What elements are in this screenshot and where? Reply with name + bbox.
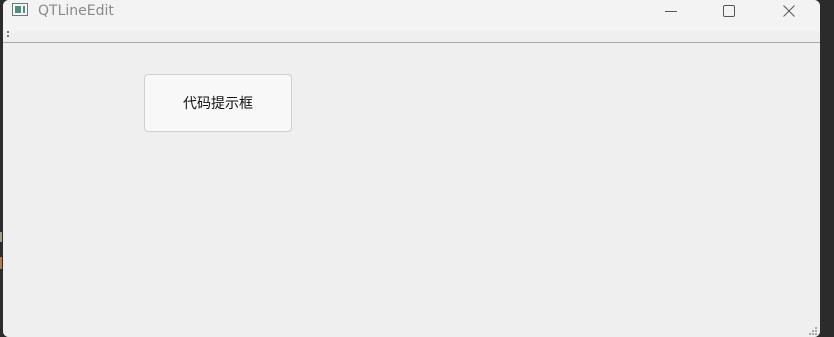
qt-window-icon <box>12 3 28 16</box>
code-hint-button[interactable]: 代码提示框 <box>144 74 292 132</box>
main-window: QTLineEdit 代码提示框 <box>3 0 820 337</box>
size-grip-icon[interactable] <box>808 326 817 335</box>
close-button[interactable] <box>766 0 812 21</box>
central-widget: 代码提示框 <box>3 43 820 337</box>
background-edge-mark <box>0 232 2 242</box>
close-icon <box>783 4 795 17</box>
window-title: QTLineEdit <box>38 3 114 19</box>
maximize-button[interactable] <box>706 0 752 21</box>
minimize-icon <box>665 10 677 12</box>
toolbar-grip[interactable] <box>7 31 10 40</box>
minimize-button[interactable] <box>648 0 694 21</box>
title-bar[interactable]: QTLineEdit <box>3 0 820 31</box>
maximize-icon <box>723 4 735 17</box>
background-edge-mark <box>0 257 2 269</box>
